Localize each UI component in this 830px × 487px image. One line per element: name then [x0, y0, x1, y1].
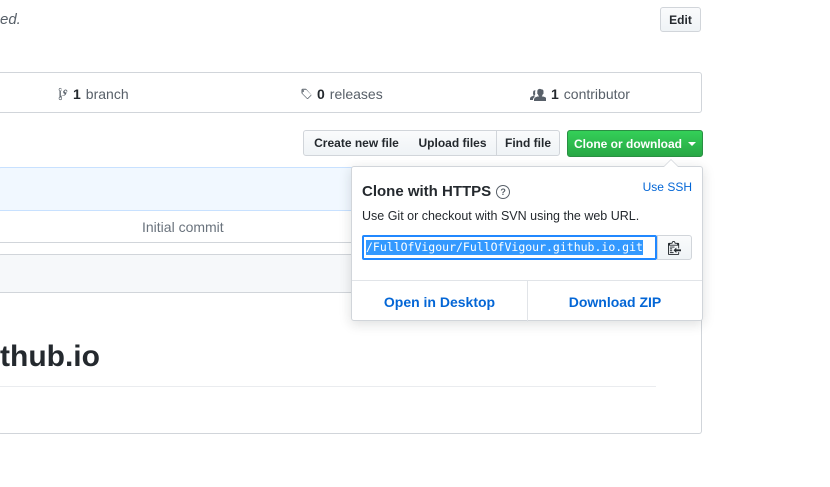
contributor-label: contributor	[563, 85, 630, 102]
clone-or-download-button[interactable]: Clone or download	[567, 130, 703, 157]
upload-files-button[interactable]: Upload files	[409, 130, 497, 156]
clone-title-text: Clone with HTTPS	[362, 183, 492, 200]
release-count: 0	[317, 85, 325, 102]
branch-count: 1	[73, 85, 81, 102]
readme-title: thub.io	[0, 340, 100, 373]
open-in-desktop-button[interactable]: Open in Desktop	[352, 281, 527, 322]
clone-url-text: /FullOfVigour/FullOfVigour.github.io.git	[366, 240, 643, 255]
clone-description: Use Git or checkout with SVN using the w…	[362, 209, 640, 223]
readme-divider	[0, 386, 656, 387]
release-label: releases	[329, 85, 383, 102]
releases-link[interactable]: 0 releases	[298, 73, 383, 114]
use-ssh-link[interactable]: Use SSH	[643, 180, 692, 194]
clone-url-input[interactable]: /FullOfVigour/FullOfVigour.github.io.git	[362, 235, 657, 260]
clone-or-download-label: Clone or download	[574, 136, 682, 151]
git-branch-icon	[58, 87, 68, 100]
contributors-link[interactable]: 1 contributor	[530, 73, 630, 114]
tag-icon	[301, 88, 312, 99]
repo-summary-bar: 1 branch 0 releases 1 contributor	[0, 72, 702, 113]
clone-popover-title: Clone with HTTPS ?	[362, 183, 511, 200]
clone-popover: Clone with HTTPS ? Use SSH Use Git or ch…	[351, 159, 703, 322]
clone-popover-footer: Open in Desktop Download ZIP	[352, 280, 702, 322]
branch-label: branch	[85, 85, 129, 102]
branches-link[interactable]: 1 branch	[58, 73, 129, 114]
edit-description-button[interactable]: Edit	[660, 7, 701, 32]
download-zip-button[interactable]: Download ZIP	[527, 281, 702, 322]
copy-url-button[interactable]	[657, 235, 692, 260]
question-icon[interactable]: ?	[496, 184, 511, 199]
contributor-count: 1	[551, 85, 559, 102]
repo-description: ed.	[0, 11, 21, 28]
clippy-icon	[668, 241, 681, 255]
find-file-button[interactable]: Find file	[496, 130, 560, 156]
commit-message-link[interactable]: Initial commit	[142, 219, 224, 235]
create-new-file-button[interactable]: Create new file	[303, 130, 410, 156]
organization-icon	[530, 88, 546, 101]
chevron-down-icon	[688, 141, 696, 146]
